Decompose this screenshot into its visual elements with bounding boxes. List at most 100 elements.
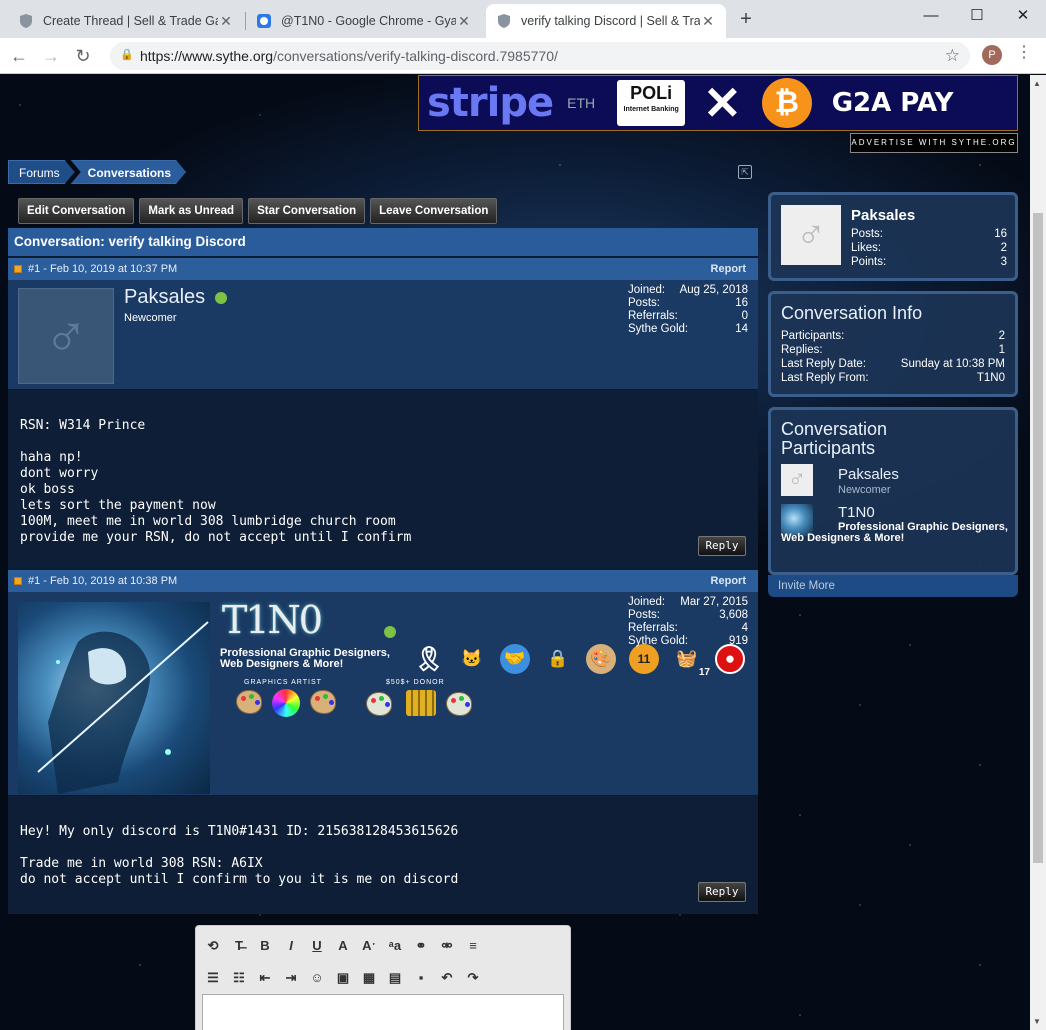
redo-icon[interactable]: ↷ — [464, 970, 482, 986]
undo-icon[interactable]: ↶ — [438, 970, 456, 986]
color-wheel-icon — [272, 689, 300, 717]
tab-title: @T1N0 - Google Chrome - Gyazo — [281, 14, 456, 28]
poker-chip-icon: ● — [715, 644, 745, 674]
outdent-icon[interactable]: ⇤ — [256, 970, 274, 986]
expand-icon[interactable]: ⇱ — [738, 165, 752, 179]
new-tab-icon[interactable]: + — [734, 8, 758, 31]
default-avatar-male-icon[interactable]: ♂ — [781, 464, 813, 496]
save-draft-icon[interactable]: ▪ — [412, 970, 430, 986]
font-size-icon[interactable]: Aˑ — [360, 938, 378, 954]
image-icon[interactable]: ▣ — [334, 970, 352, 986]
leave-conversation-button[interactable]: Leave Conversation — [370, 198, 498, 224]
conversation-actions: Edit Conversation Mark as Unread Star Co… — [18, 198, 498, 224]
message-post: #1 - Feb 10, 2019 at 10:37 PM Report ♂ P… — [8, 256, 758, 568]
panel-title: Conversation Participants — [781, 419, 888, 458]
italic-icon[interactable]: I — [282, 938, 300, 954]
menu-kebab-icon[interactable]: ⋮ — [1016, 42, 1032, 62]
visitor-name[interactable]: Paksales — [851, 207, 915, 224]
close-icon[interactable]: ✕ — [700, 13, 716, 30]
star-conversation-button[interactable]: Star Conversation — [248, 198, 366, 224]
online-status-icon — [215, 291, 228, 304]
user-stats: Joined: Aug 25, 2018 Posts: 16 Referrals: 0… — [628, 284, 748, 335]
indent-icon[interactable]: ⇥ — [282, 970, 300, 986]
scroll-up-icon[interactable]: ▲ — [1033, 79, 1041, 88]
palette-icon — [366, 692, 392, 716]
smilie-icon[interactable]: ☺ — [308, 970, 326, 986]
breadcrumb: Forums Conversations — [8, 160, 186, 184]
page-scrollbar[interactable]: ▲ ▼ — [1030, 75, 1046, 1030]
mark-unread-button[interactable]: Mark as Unread — [139, 198, 244, 224]
insert-icon[interactable]: ▤ — [386, 970, 404, 986]
bullet-list-icon[interactable]: ☰ — [204, 970, 222, 986]
forward-icon[interactable]: → — [38, 44, 64, 68]
message-text: Hey! My only discord is T1N0#1431 ID: 21… — [20, 824, 459, 887]
tab-create-thread[interactable]: Create Thread | Sell & Trade Gam ✕ — [8, 4, 244, 38]
back-icon[interactable]: ← — [6, 44, 32, 68]
numbered-list-icon[interactable]: ☷ — [230, 970, 248, 986]
participant-name[interactable]: Paksales — [838, 466, 899, 483]
participant-title: Newcomer — [838, 484, 891, 496]
reload-icon[interactable]: ↻ — [70, 44, 96, 68]
breadcrumb-conversations[interactable]: Conversations — [71, 160, 186, 184]
maximize-icon[interactable]: ☐ — [954, 0, 1000, 30]
post-header: #1 - Feb 10, 2019 at 10:37 PM Report — [8, 256, 758, 280]
bold-icon[interactable]: B — [256, 938, 274, 954]
username[interactable]: Paksales — [124, 286, 228, 309]
advertise-link[interactable]: ADVERTISE WITH SYTHE.ORG — [850, 133, 1018, 153]
default-avatar-male-icon[interactable]: ♂ — [781, 205, 841, 265]
padlock-icon: 🔒 — [547, 649, 569, 668]
tab-title: verify talking Discord | Sell & Trad — [521, 14, 700, 28]
close-icon[interactable]: ✕ — [218, 13, 234, 30]
visitor-panel: ♂ Paksales Posts: 16 Likes: 2 Points: 3 — [768, 192, 1018, 281]
window-close-icon[interactable]: ✕ — [1000, 0, 1046, 30]
user-info: T1N0 Professional Graphic Designers, Web… — [8, 592, 758, 796]
user-info: ♂ Paksales Newcomer Joined: Aug 25, 2018 … — [8, 280, 758, 390]
report-link[interactable]: Report — [711, 258, 746, 280]
post-permalink[interactable]: #1 - Feb 10, 2019 at 10:37 PM — [28, 258, 711, 280]
page-content: stripe ETH POLi Internet Banking ✕ ₿ G2A … — [0, 75, 1030, 1030]
visitor-stats: Posts: 16 Likes: 2 Points: 3 — [851, 228, 1007, 268]
cat-icon: 🐱 — [461, 649, 483, 668]
edit-conversation-button[interactable]: Edit Conversation — [18, 198, 135, 224]
address-bar[interactable]: 🔒 https://www.sythe.org/conversations/ve… — [110, 42, 970, 70]
close-icon[interactable]: ✕ — [456, 13, 472, 30]
breadcrumb-forums[interactable]: Forums — [8, 160, 75, 184]
user-avatar[interactable] — [18, 602, 210, 794]
reply-editor: ⟲ T̶ B I U A Aˑ ᵃa ⚭ ⚮ ≡ ☰ ☷ ⇤ ⇥ ☺ ▣ ▦ ▤… — [195, 925, 571, 1030]
palette-icon — [236, 690, 262, 714]
participant-name[interactable]: T1N0 — [838, 504, 875, 521]
handshake-icon: 🤝 — [500, 644, 530, 674]
tab-gyazo[interactable]: @T1N0 - Google Chrome - Gyazo ✕ — [246, 4, 482, 38]
payment-banner-ad[interactable]: stripe ETH POLi Internet Banking ✕ ₿ G2A … — [418, 75, 1018, 131]
default-avatar-male-icon[interactable]: ♂ — [18, 288, 114, 384]
scroll-down-icon[interactable]: ▼ — [1033, 1017, 1041, 1026]
message-post: #1 - Feb 10, 2019 at 10:38 PM Report T1N… — [8, 568, 758, 914]
message-body: Hey! My only discord is T1N0#1431 ID: 21… — [8, 796, 758, 914]
palette-icon: 🎨 — [586, 644, 616, 674]
invite-more-link[interactable]: Invite More — [768, 575, 1018, 597]
link-icon[interactable]: ⚭ — [412, 938, 430, 954]
reply-button[interactable]: Reply — [698, 882, 746, 902]
underline-icon[interactable]: U — [308, 938, 326, 954]
text-color-icon[interactable]: A — [334, 938, 352, 954]
profile-avatar[interactable]: P — [982, 45, 1002, 65]
tab-verify-talking-discord[interactable]: verify talking Discord | Sell & Trad ✕ — [486, 4, 726, 38]
clear-format-icon[interactable]: T̶ — [230, 938, 248, 954]
browser-toolbar: ← → ↻ 🔒 https://www.sythe.org/conversati… — [0, 38, 1046, 74]
minimize-icon[interactable]: — — [908, 0, 954, 30]
gyazo-icon — [256, 13, 272, 29]
ribbon-icon: 🎗 — [413, 645, 445, 673]
conversation-main: Conversation: verify talking Discord #1 … — [8, 228, 758, 914]
unlink-icon[interactable]: ⚮ — [438, 938, 456, 954]
username-logo[interactable]: T1N0 — [222, 598, 323, 642]
reply-button[interactable]: Reply — [698, 536, 746, 556]
font-family-icon[interactable]: ᵃa — [386, 938, 404, 954]
reply-textarea[interactable] — [202, 994, 564, 1030]
bookmark-star-icon[interactable]: ☆ — [945, 46, 960, 66]
align-icon[interactable]: ≡ — [464, 938, 482, 954]
media-icon[interactable]: ▦ — [360, 970, 378, 986]
online-status-icon — [384, 626, 396, 638]
remove-format-icon[interactable]: ⟲ — [204, 938, 222, 954]
scroll-thumb[interactable] — [1033, 213, 1043, 863]
url-path: /conversations/verify-talking-discord.79… — [273, 48, 558, 64]
